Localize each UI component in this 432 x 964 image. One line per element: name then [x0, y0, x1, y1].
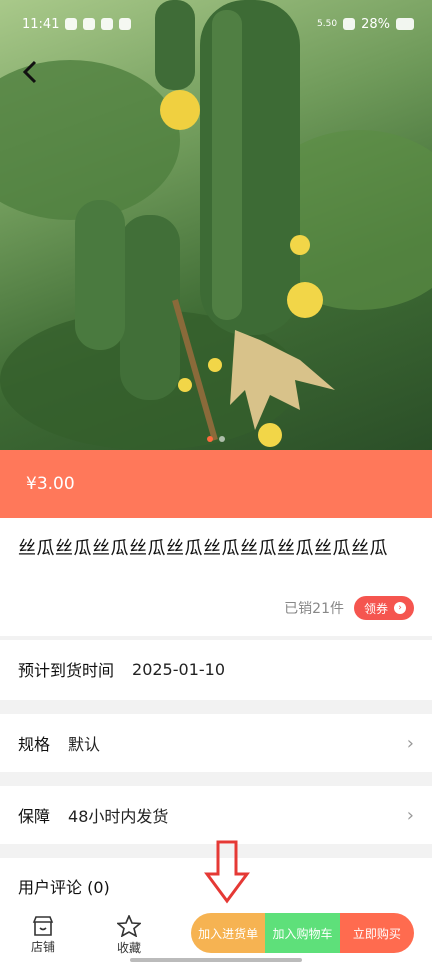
- battery-icon: [396, 18, 414, 30]
- coupon-label: 领券: [363, 601, 388, 616]
- status-bar: 11:41 5.50 28%: [0, 0, 432, 48]
- guarantee-label: 保障: [18, 807, 51, 826]
- store-tab[interactable]: 店铺: [0, 915, 86, 955]
- chevron-right-icon: ›: [406, 732, 414, 754]
- spec-value: 默认: [68, 735, 101, 754]
- favorite-tab[interactable]: 收藏: [86, 914, 172, 956]
- star-icon: [117, 914, 141, 937]
- store-icon: [32, 915, 54, 936]
- delivery-date: 2025-01-10: [132, 659, 225, 679]
- reviews-title: 用户评论 (0): [18, 878, 110, 897]
- gallery-dot: [207, 436, 213, 442]
- product-title: 丝瓜丝瓜丝瓜丝瓜丝瓜丝瓜丝瓜丝瓜丝瓜丝瓜: [18, 538, 388, 559]
- status-time: 11:41: [22, 16, 60, 32]
- gallery-dot: [219, 436, 225, 442]
- store-label: 店铺: [30, 939, 55, 954]
- add-cart-label: 加入购物车: [272, 926, 333, 941]
- purchase-buttons: 加入进货单 加入购物车 立即购买: [191, 913, 414, 953]
- wifi-icon: [343, 18, 356, 30]
- price: ¥3.00: [26, 474, 75, 494]
- buy-now-button[interactable]: 立即购买: [339, 913, 414, 953]
- chevron-right-icon: ›: [406, 804, 414, 826]
- home-indicator[interactable]: [130, 958, 302, 962]
- luffa-illustration: [0, 0, 432, 450]
- price-bar: ¥3.00: [0, 450, 432, 518]
- spec-label: 规格: [18, 735, 51, 754]
- network-speed: 5.50: [317, 19, 338, 29]
- notification-icon: [119, 18, 132, 30]
- add-to-restock-button[interactable]: 加入进货单: [191, 913, 266, 953]
- product-info: 丝瓜丝瓜丝瓜丝瓜丝瓜丝瓜丝瓜丝瓜丝瓜丝瓜 已销21件 领券 ›: [0, 518, 432, 636]
- add-to-cart-button[interactable]: 加入购物车: [265, 913, 340, 953]
- chevron-right-icon: ›: [394, 602, 406, 614]
- spec-row[interactable]: 规格 默认 ›: [0, 714, 432, 772]
- product-image[interactable]: 11:41 5.50 28%: [0, 0, 432, 450]
- notification-icon: [65, 18, 78, 30]
- arrow-down-icon: [204, 840, 250, 904]
- gallery-indicator: [0, 436, 432, 442]
- product-meta: 已销21件 领券 ›: [284, 596, 414, 620]
- battery-level: 28%: [361, 16, 390, 32]
- buy-now-label: 立即购买: [352, 926, 401, 941]
- sold-count: 已销21件: [284, 601, 344, 617]
- guarantee-row[interactable]: 保障 48小时内发货 ›: [0, 786, 432, 844]
- notification-icon: [101, 18, 114, 30]
- coupon-button[interactable]: 领券 ›: [353, 596, 414, 620]
- favorite-label: 收藏: [116, 940, 141, 955]
- guarantee-value: 48小时内发货: [68, 807, 169, 826]
- delivery-row: 预计到货时间 2025-01-10: [0, 640, 432, 700]
- notification-icon: [83, 18, 96, 30]
- back-button[interactable]: [22, 60, 52, 90]
- add-restock-label: 加入进货单: [198, 926, 259, 941]
- delivery-label: 预计到货时间: [18, 661, 115, 680]
- chevron-left-icon: [22, 60, 37, 84]
